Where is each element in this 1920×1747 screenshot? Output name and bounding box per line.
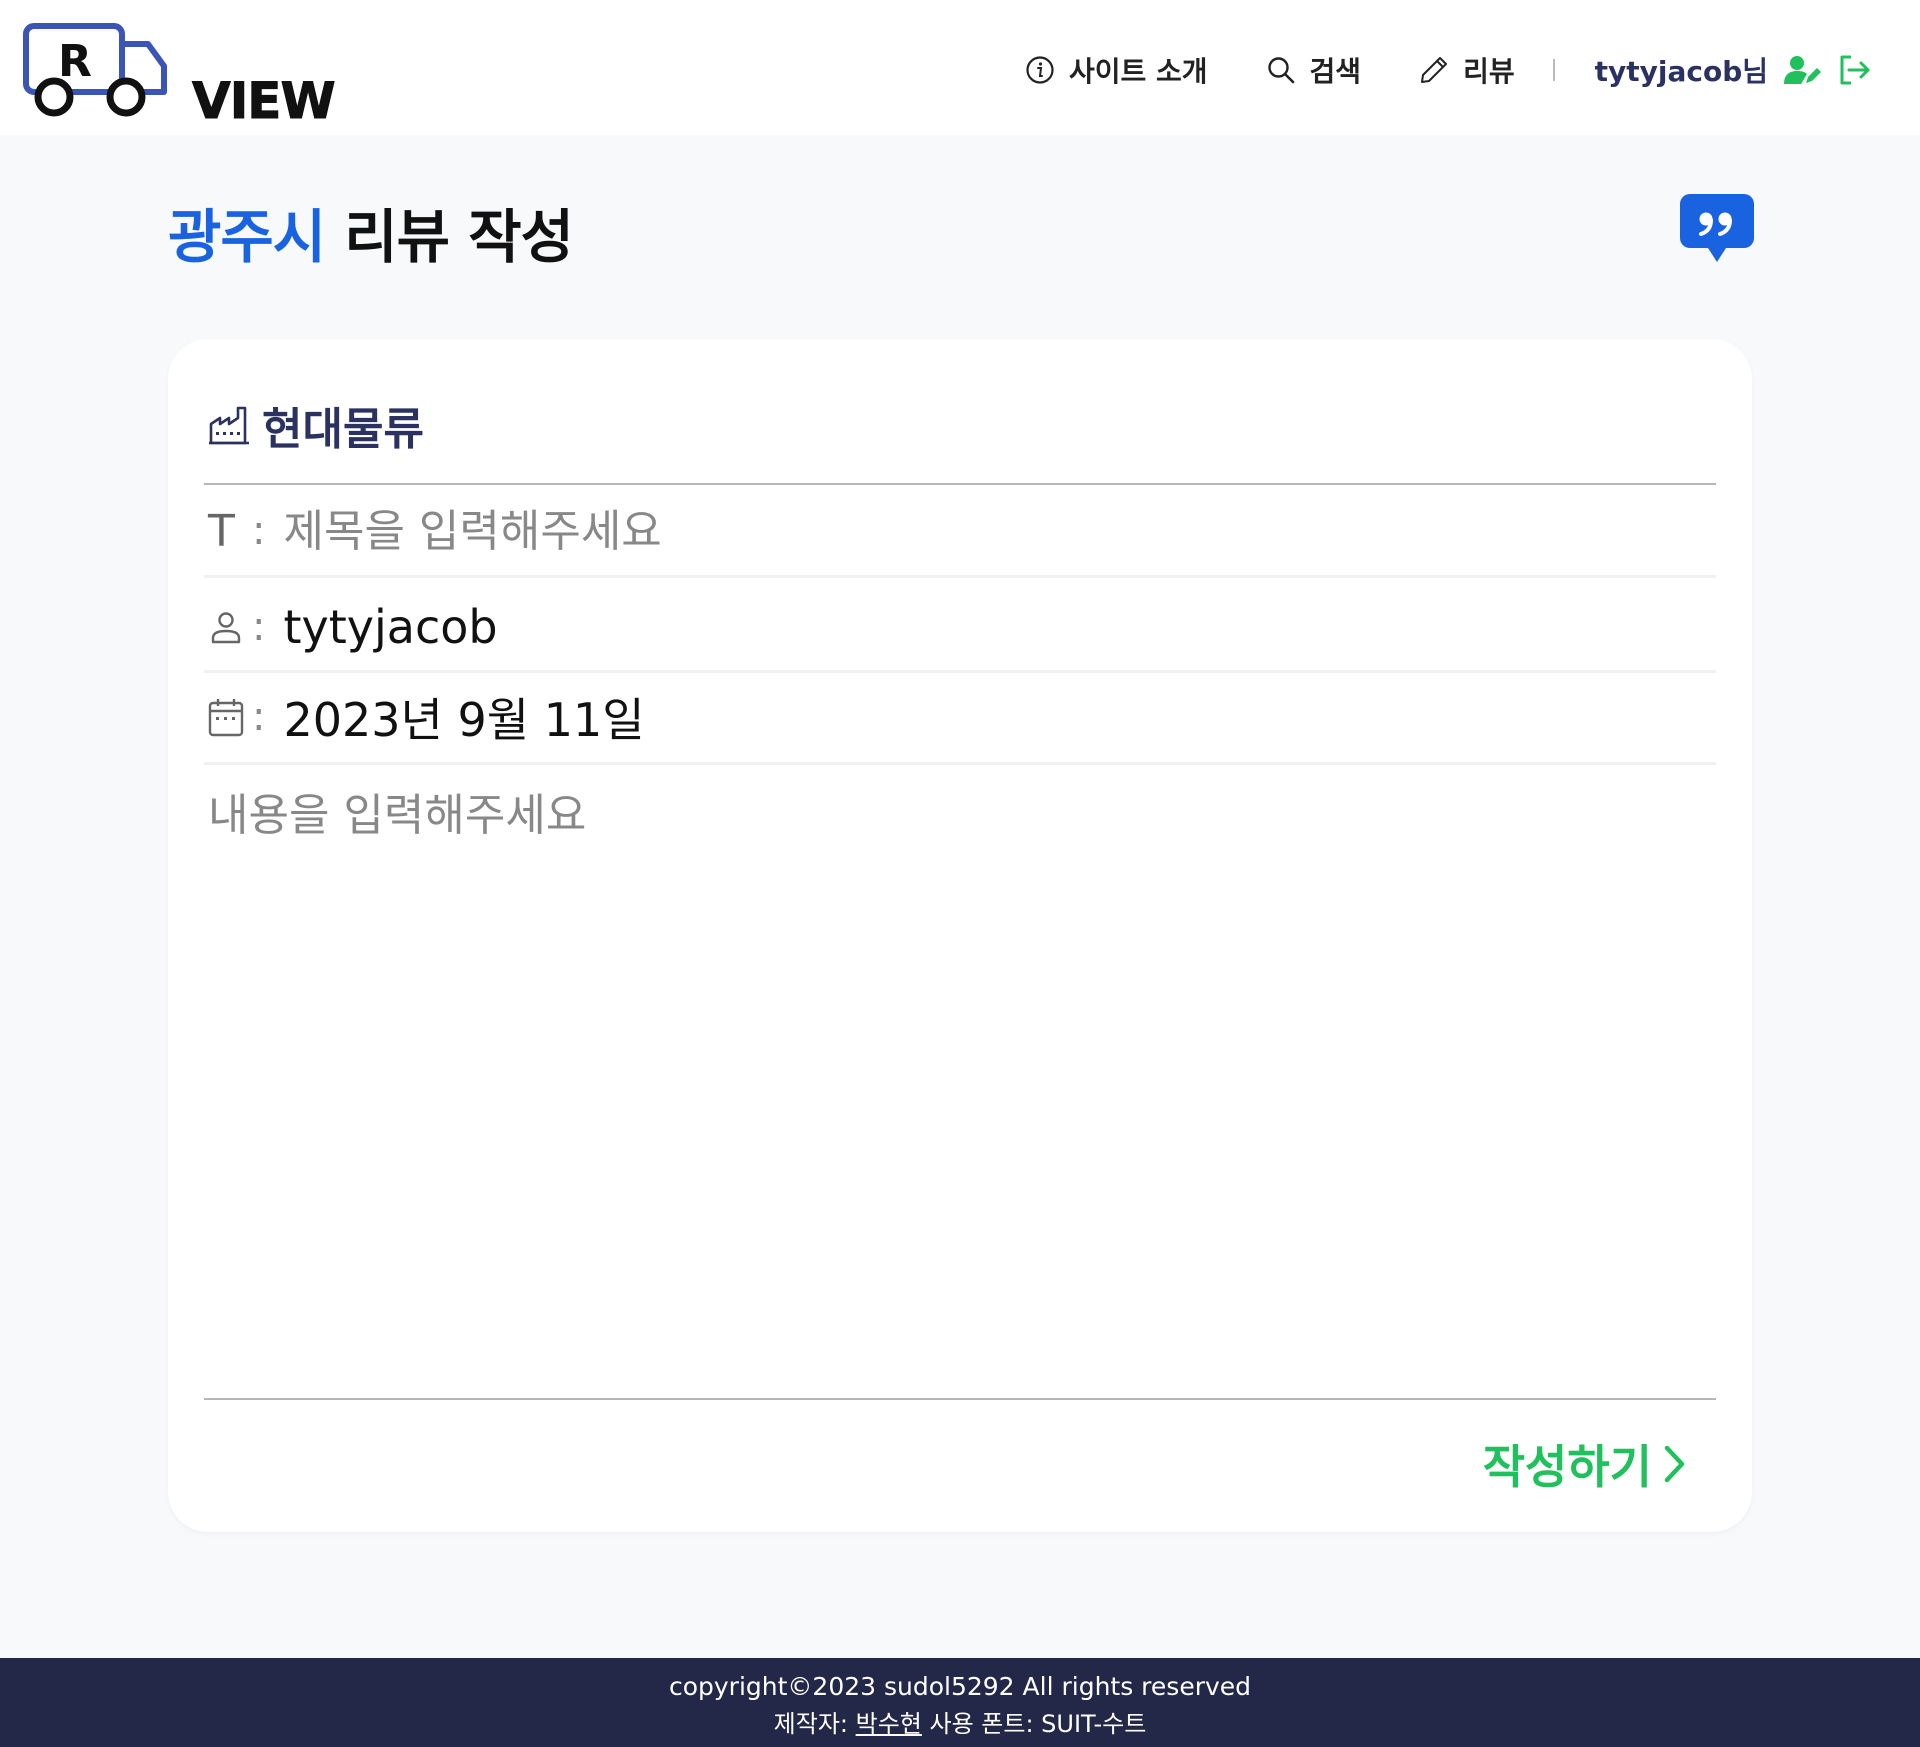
header: R VIEW 사이트 소개 검색 리뷰 tytyjacob님: [0, 0, 1920, 135]
page-title-suffix: 리뷰 작성: [344, 203, 574, 271]
title-input[interactable]: [283, 505, 1584, 557]
company-heading: 현대물류: [208, 393, 424, 457]
divider: [204, 483, 1716, 485]
calendar-icon: [208, 697, 248, 737]
title-row: T :: [208, 501, 1584, 561]
logo-text: VIEW: [192, 72, 337, 131]
top-nav: 사이트 소개 검색 리뷰 tytyjacob님: [1025, 48, 1872, 92]
colon: :: [252, 694, 266, 740]
content-textarea[interactable]: [208, 779, 1708, 1279]
title-icon: T: [208, 505, 235, 557]
submit-label: 작성하기: [1482, 1440, 1652, 1494]
pencil-icon: [1421, 57, 1448, 83]
date-row: : 2023년 9월 11일: [208, 687, 645, 747]
footer-font-label: 사용 폰트: SUIT-수트: [929, 1710, 1147, 1738]
footer: copyright©2023 sudol5292 All rights rese…: [0, 1658, 1920, 1747]
logo-letter: R: [58, 36, 92, 87]
nav-separator: [1552, 59, 1555, 81]
info-circle-icon: [1026, 56, 1054, 84]
footer-credits: 제작자: 박수현 사용 폰트: SUIT-수트: [0, 1704, 1920, 1739]
page-title: 광주시 리뷰 작성: [168, 190, 574, 274]
quote-bubble-icon: [1680, 194, 1754, 264]
truck-logo-icon: R: [23, 23, 167, 117]
divider: [204, 1398, 1716, 1400]
nav-about-label: 사이트 소개: [1068, 55, 1208, 88]
person-icon: [208, 609, 248, 645]
nav-search-label: 검색: [1309, 55, 1362, 88]
factory-icon: [209, 406, 249, 445]
logout-icon[interactable]: [1838, 54, 1872, 86]
divider: [204, 575, 1716, 578]
search-icon: [1267, 57, 1294, 84]
submit-button[interactable]: 작성하기: [1483, 1431, 1688, 1497]
nav-search[interactable]: 검색: [1266, 50, 1362, 90]
author-row: : tytyjacob: [208, 597, 498, 657]
divider: [204, 762, 1716, 765]
date-value: 2023년 9월 11일: [283, 693, 645, 747]
nav-username: tytyjacob님: [1594, 55, 1768, 88]
logo[interactable]: R VIEW: [22, 22, 336, 131]
footer-maker-link[interactable]: 박수현: [856, 1710, 922, 1738]
colon: :: [252, 604, 266, 650]
nav-review[interactable]: 리뷰: [1419, 50, 1515, 90]
page-title-city: 광주시: [168, 203, 326, 271]
footer-copyright: copyright©2023 sudol5292 All rights rese…: [668, 1672, 1252, 1701]
nav-about[interactable]: 사이트 소개: [1025, 50, 1208, 90]
company-name: 현대물류: [262, 404, 424, 455]
divider: [204, 670, 1716, 673]
footer-maker-label: 제작자:: [773, 1710, 848, 1738]
nav-review-label: 리뷰: [1463, 55, 1515, 88]
author-value: tytyjacob: [283, 600, 498, 654]
review-form-card: 현대물류 T : : tytyjacob: [168, 339, 1752, 1532]
user-edit-icon[interactable]: [1784, 54, 1822, 86]
colon: :: [252, 508, 266, 554]
chevron-right-icon: [1664, 1445, 1685, 1483]
